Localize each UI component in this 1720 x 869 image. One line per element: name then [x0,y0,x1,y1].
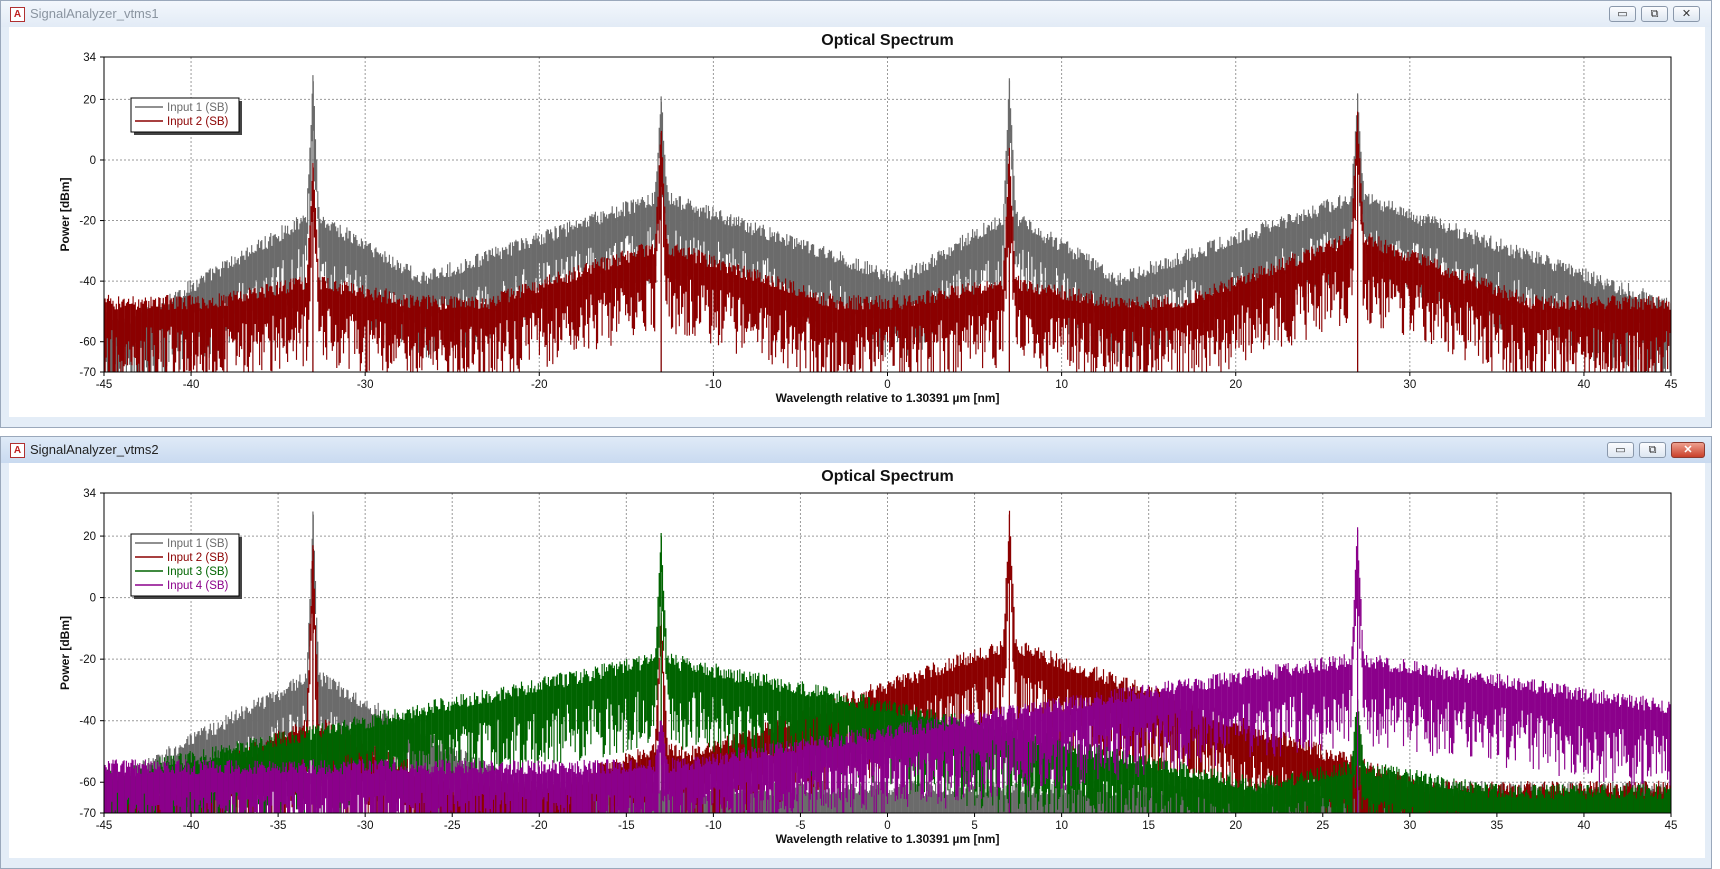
y-tick-label: 20 [83,531,96,543]
restore-icon: ⧉ [1650,8,1659,20]
legend-item-label: Input 4 (SB) [167,580,229,592]
y-tick-label: -70 [79,808,96,820]
y-tick-label: 20 [83,94,96,106]
minimize-button[interactable]: ▭ [1607,442,1634,458]
y-axis-label: Power [dBm] [58,616,72,690]
y-tick-label: 34 [83,488,96,500]
window-titlebar[interactable]: A SignalAnalyzer_vtms2 ▭ ⧉ ✕ [1,437,1711,463]
x-tick-label: -30 [357,820,374,832]
analyzer-window-1: A SignalAnalyzer_vtms1 ▭ ⧉ ✕ Optical Spe… [0,0,1712,428]
x-tick-label: 0 [884,820,890,832]
restore-icon: ⧉ [1648,444,1657,456]
chart-title: Optical Spectrum [821,468,953,485]
optical-spectrum-chart-2: Optical Spectrum -45 -40 -35 -30 -25 -20 -15 -10… [58,468,1678,846]
x-tick-label: 45 [1665,379,1678,391]
x-tick-label: -35 [270,820,287,832]
window-title: SignalAnalyzer_vtms2 [30,442,159,457]
x-tick-label: 30 [1403,379,1416,391]
legend-item-label: Input 1 (SB) [167,102,229,114]
analyzer-window-2: A SignalAnalyzer_vtms2 ▭ ⧉ ✕ Optical Spe… [0,436,1712,869]
x-tick-label: -15 [618,820,635,832]
x-tick-label: 25 [1316,820,1329,832]
x-tick-label: 20 [1229,379,1242,391]
y-tick-label: 34 [83,52,96,64]
optical-spectrum-chart-1: Optical Spectrum -45 -40 -30 -20 -10 0 10 20 30 40… [58,32,1678,405]
y-tick-label: 0 [90,155,96,167]
x-tick-label: -25 [444,820,461,832]
x-tick-label: -40 [183,379,200,391]
x-tick-label: -30 [357,379,374,391]
x-tick-label: 45 [1665,820,1678,832]
app-icon: A [10,443,25,458]
x-tick-label: 30 [1403,820,1416,832]
chart-title: Optical Spectrum [821,32,953,49]
x-tick-label: 15 [1142,820,1155,832]
legend-item-label: Input 2 (SB) [167,116,229,128]
y-tick-label: -40 [79,276,96,288]
restore-button[interactable]: ⧉ [1639,442,1666,458]
x-tick-label: -5 [795,820,805,832]
x-tick-label: 20 [1229,820,1242,832]
x-tick-label: 0 [884,379,890,391]
window-titlebar[interactable]: A SignalAnalyzer_vtms1 ▭ ⧉ ✕ [1,1,1711,27]
minimize-icon: ▭ [1615,444,1626,456]
y-tick-label: -70 [79,367,96,379]
x-axis-label: Wavelength relative to 1.30391 µm [nm] [776,832,1000,846]
x-tick-label: 40 [1578,379,1591,391]
x-tick-label: -10 [705,820,722,832]
close-icon: ✕ [1683,444,1693,456]
minimize-button[interactable]: ▭ [1609,6,1636,22]
y-tick-label: -20 [79,216,96,228]
x-tick-label: -45 [96,820,113,832]
x-tick-label: 5 [971,820,977,832]
legend-item-label: Input 2 (SB) [167,552,229,564]
close-icon: ✕ [1681,8,1692,20]
x-tick-label: 35 [1490,820,1503,832]
chart-area: Optical Spectrum -45 -40 -30 -20 -10 0 10 20 30 40… [9,27,1705,417]
chart-area: Optical Spectrum -45 -40 -35 -30 -25 -20 -15 -10… [9,463,1705,858]
x-tick-label: -10 [705,379,722,391]
app-icon: A [10,7,25,22]
close-button[interactable]: ✕ [1671,442,1705,458]
x-tick-label: -45 [96,379,113,391]
x-tick-label: -20 [531,379,548,391]
x-axis-label: Wavelength relative to 1.30391 µm [nm] [776,391,1000,405]
legend-item-label: Input 1 (SB) [167,538,229,550]
y-tick-label: -60 [79,337,96,349]
x-tick-label: 10 [1055,379,1068,391]
legend-item-label: Input 3 (SB) [167,566,229,578]
y-tick-label: -60 [79,777,96,789]
y-axis-label: Power [dBm] [58,177,72,251]
y-tick-label: 0 [90,593,96,605]
x-tick-label: -40 [183,820,200,832]
close-button[interactable]: ✕ [1673,6,1700,22]
y-tick-label: -40 [79,716,96,728]
minimize-icon: ▭ [1617,8,1628,20]
y-tick-label: -20 [79,654,96,666]
restore-button[interactable]: ⧉ [1641,6,1668,22]
x-tick-label: 10 [1055,820,1068,832]
window-title: SignalAnalyzer_vtms1 [30,6,159,21]
x-tick-label: -20 [531,820,548,832]
x-tick-label: 40 [1578,820,1591,832]
